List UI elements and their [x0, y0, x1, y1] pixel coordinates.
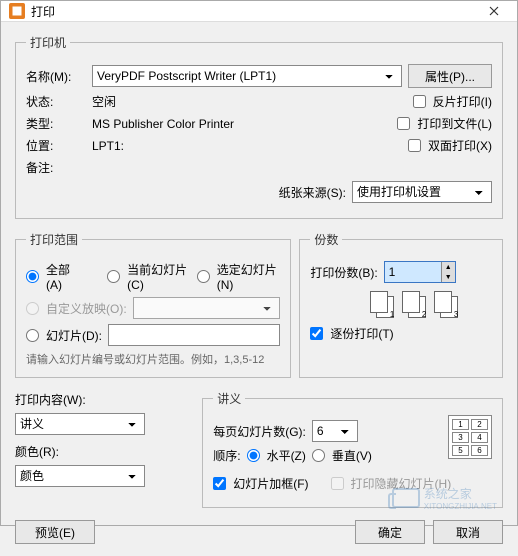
- watermark-url: XITONGZHIJIA.NET: [424, 502, 497, 511]
- order-horizontal-radio[interactable]: 水平(Z): [247, 447, 306, 464]
- where-label: 位置:: [26, 137, 86, 154]
- order-vertical-radio[interactable]: 垂直(V): [312, 447, 372, 464]
- handout-legend: 讲义: [213, 390, 245, 407]
- range-selection-radio[interactable]: 选定幻灯片(N): [197, 261, 281, 292]
- slides-input[interactable]: [108, 324, 280, 346]
- spinner-up[interactable]: ▲: [441, 262, 455, 272]
- color-label: 颜色(R):: [15, 443, 59, 460]
- print-what-label: 打印内容(W):: [15, 391, 86, 408]
- printer-name-select[interactable]: VeryPDF Postscript Writer (LPT1): [92, 65, 402, 87]
- collate-icons: 1 2 3: [370, 291, 492, 319]
- cancel-button[interactable]: 取消: [433, 520, 503, 544]
- preview-button[interactable]: 预览(E): [15, 520, 95, 544]
- paper-source-label: 纸张来源(S):: [279, 184, 346, 201]
- watermark-text: 系统之家: [424, 485, 497, 502]
- copies-spinner[interactable]: ▲ ▼: [384, 261, 456, 283]
- range-custom-radio: 自定义放映(O):: [26, 300, 127, 317]
- copies-legend: 份数: [310, 231, 342, 248]
- copies-count-label: 打印份数(B):: [310, 264, 377, 281]
- window-title: 打印: [31, 3, 479, 20]
- range-group: 打印范围 全部(A) 当前幻灯片(C) 选定幻灯片(N) 自定义放映(O): 幻…: [15, 231, 291, 378]
- range-legend: 打印范围: [26, 231, 82, 248]
- watermark: 系统之家 XITONGZHIJIA.NET: [392, 485, 497, 511]
- custom-show-select: [133, 297, 281, 319]
- where-value: LPT1:: [92, 139, 402, 153]
- comment-label: 备注:: [26, 159, 86, 176]
- name-label: 名称(M):: [26, 68, 86, 85]
- range-current-radio[interactable]: 当前幻灯片(C): [107, 261, 191, 292]
- frame-checkbox[interactable]: 幻灯片加框(F): [213, 475, 308, 492]
- copies-group: 份数 打印份数(B): ▲ ▼ 1 2 3 逐份打印(: [299, 231, 503, 378]
- watermark-icon: [392, 488, 420, 508]
- duplex-checkbox[interactable]: 双面打印(X): [408, 137, 492, 154]
- spinner-down[interactable]: ▼: [441, 272, 455, 282]
- tofile-checkbox[interactable]: 打印到文件(L): [397, 115, 492, 132]
- per-page-label: 每页幻灯片数(G):: [213, 423, 306, 440]
- color-select[interactable]: 颜色: [15, 465, 145, 487]
- close-button[interactable]: [479, 1, 509, 21]
- collate-checkbox[interactable]: 逐份打印(T): [310, 325, 492, 342]
- per-page-select[interactable]: 6: [312, 420, 358, 442]
- order-label: 顺序:: [213, 447, 240, 464]
- printer-legend: 打印机: [26, 34, 70, 51]
- reverse-checkbox[interactable]: 反片打印(I): [413, 93, 492, 110]
- paper-source-select[interactable]: 使用打印机设置: [352, 181, 492, 203]
- range-slides-radio[interactable]: 幻灯片(D):: [26, 327, 102, 344]
- printer-group: 打印机 名称(M): VeryPDF Postscript Writer (LP…: [15, 34, 503, 219]
- status-value: 空闲: [92, 93, 407, 110]
- properties-button[interactable]: 属性(P)...: [408, 64, 492, 88]
- ok-button[interactable]: 确定: [355, 520, 425, 544]
- type-value: MS Publisher Color Printer: [92, 117, 391, 131]
- handout-preview-icon: 123456: [448, 415, 492, 459]
- range-all-radio[interactable]: 全部(A): [26, 261, 78, 292]
- print-what-select[interactable]: 讲义: [15, 413, 145, 435]
- type-label: 类型:: [26, 115, 86, 132]
- range-hint: 请输入幻灯片编号或幻灯片范围。例如，1,3,5-12: [26, 351, 280, 367]
- status-label: 状态:: [26, 93, 86, 110]
- app-icon: [9, 3, 25, 19]
